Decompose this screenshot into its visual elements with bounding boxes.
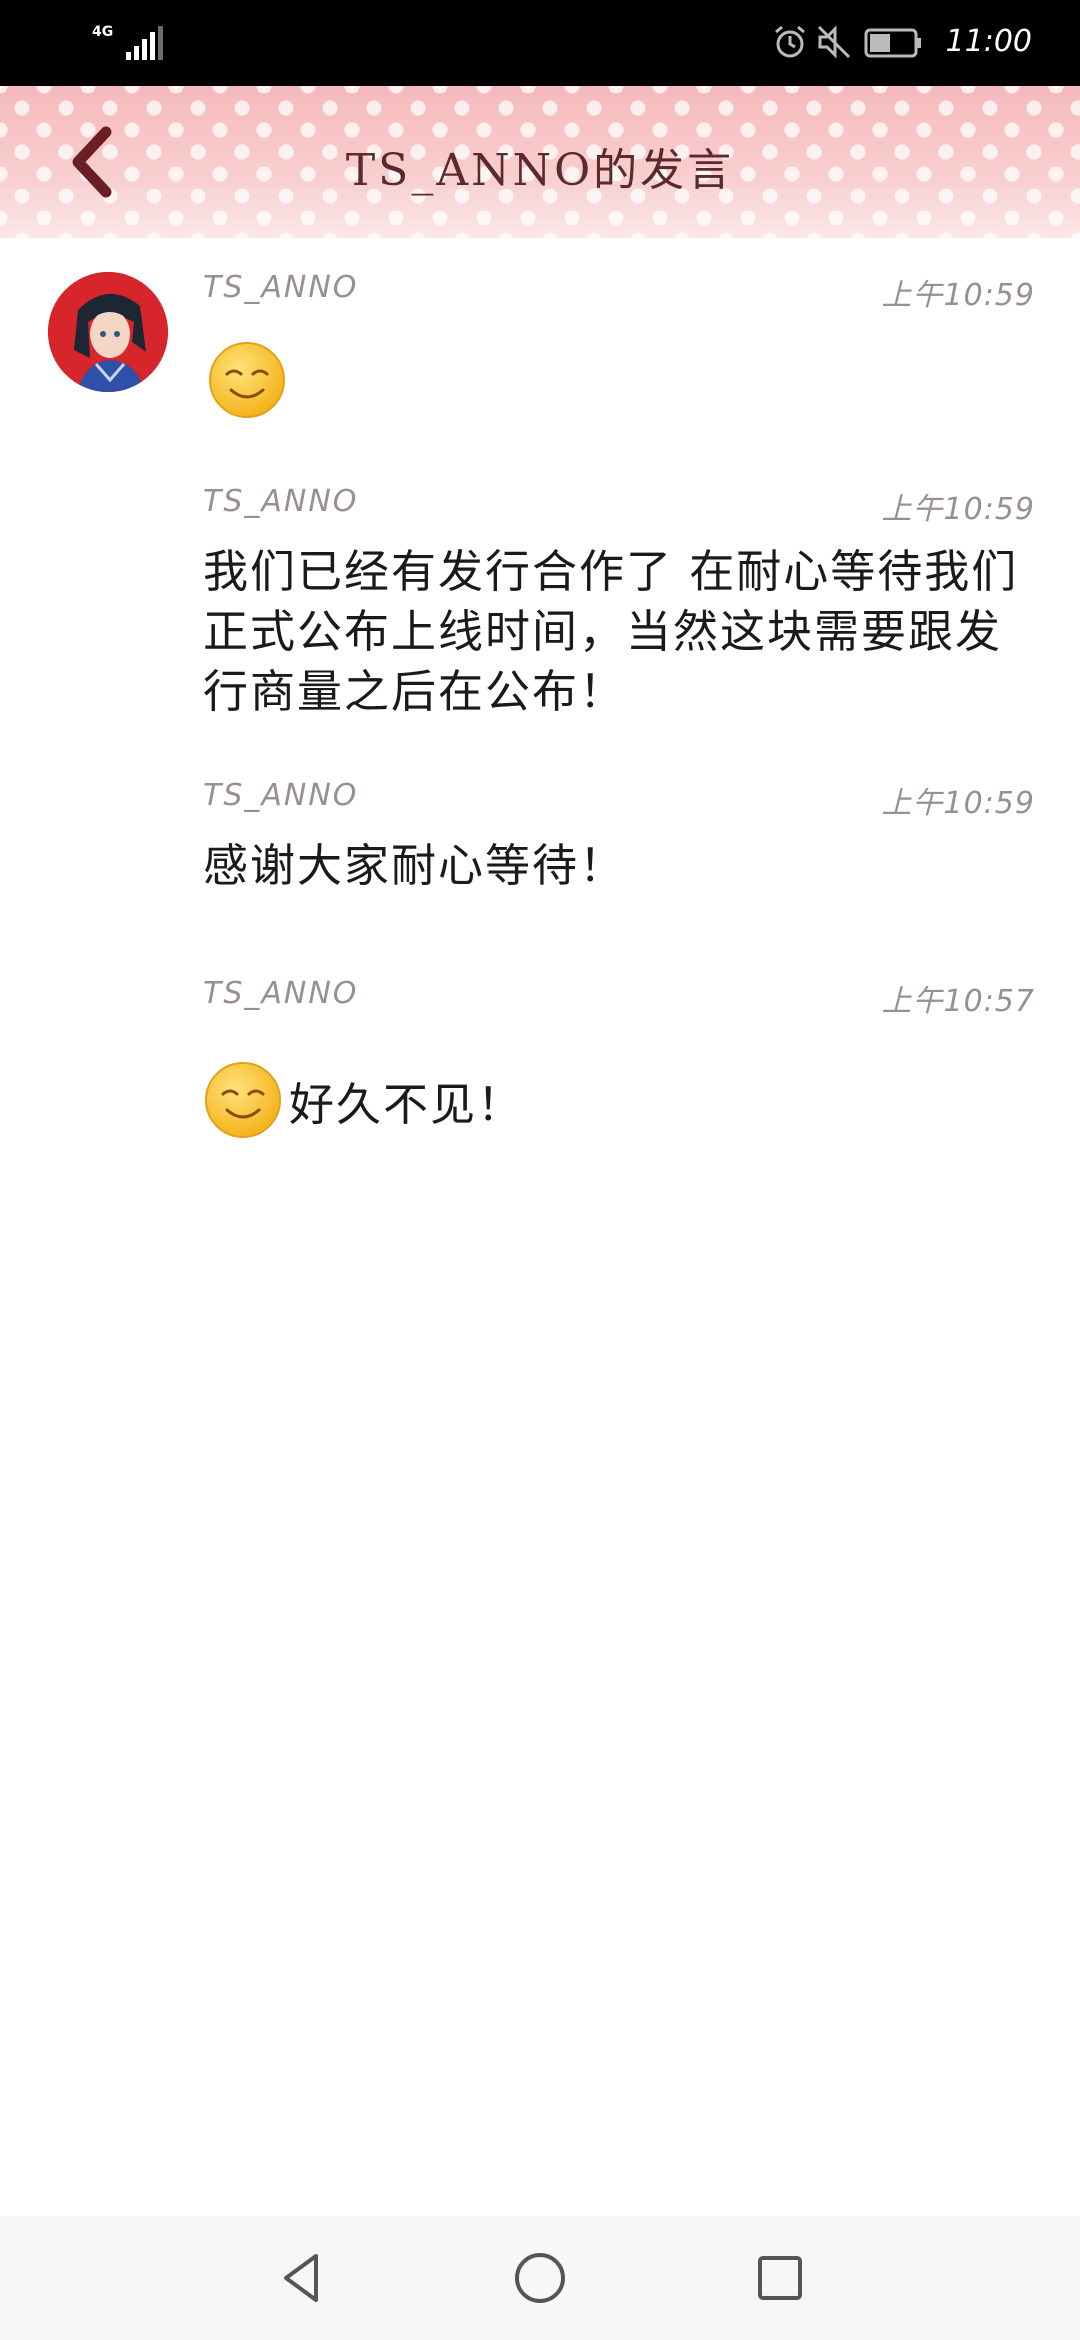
back-triangle-icon[interactable] [272, 2248, 332, 2308]
app-header: TS_ANNO的发言 [0, 86, 1080, 238]
home-circle-icon[interactable] [510, 2248, 570, 2308]
message-item: TS_ANNO 上午10:59 我们已经有发行合作了 在耐心等待我们正式公布上线… [203, 484, 1043, 734]
status-bar: 4G 11:00 [0, 0, 1080, 86]
message-time: 上午10:59 [881, 492, 1035, 527]
clock: 11:00 [945, 24, 1032, 59]
message-text: 好久不见！ [289, 1077, 525, 1131]
system-nav-bar [0, 2216, 1080, 2340]
alarm-icon [775, 25, 805, 58]
smile-emoji-icon [205, 1062, 281, 1138]
smile-emoji-icon [209, 342, 285, 418]
status-left: 4G [92, 22, 182, 62]
message-text: 感谢大家耐心等待！ [203, 839, 627, 892]
signal-icon [126, 26, 163, 60]
mute-icon [817, 25, 851, 59]
message-item: TS_ANNO 上午10:59 [203, 270, 1043, 430]
page-title: TS_ANNO的发言 [345, 145, 735, 196]
avatar-image [48, 272, 168, 392]
message-author: TS_ANNO [203, 976, 359, 1011]
network-type: 4G [92, 24, 114, 40]
message-time: 上午10:59 [881, 278, 1035, 313]
message-item: TS_ANNO 上午10:57 好久不见！ [203, 976, 1043, 1156]
recents-square-icon[interactable] [750, 2248, 810, 2308]
message-time: 上午10:59 [881, 786, 1035, 821]
message-author: TS_ANNO [203, 484, 359, 519]
message-text: 我们已经有发行合作了 在耐心等待我们正式公布上线时间，当然这块需要跟发行商量之后… [203, 545, 1019, 718]
avatar[interactable] [48, 272, 168, 392]
battery-icon [864, 28, 921, 58]
message-item: TS_ANNO 上午10:59 感谢大家耐心等待！ [203, 778, 1043, 908]
message-author: TS_ANNO [203, 270, 359, 305]
message-author: TS_ANNO [203, 778, 359, 813]
message-content: 好久不见！ [203, 1060, 524, 1140]
message-time: 上午10:57 [881, 984, 1035, 1019]
status-right: 11:00 [772, 20, 1032, 64]
